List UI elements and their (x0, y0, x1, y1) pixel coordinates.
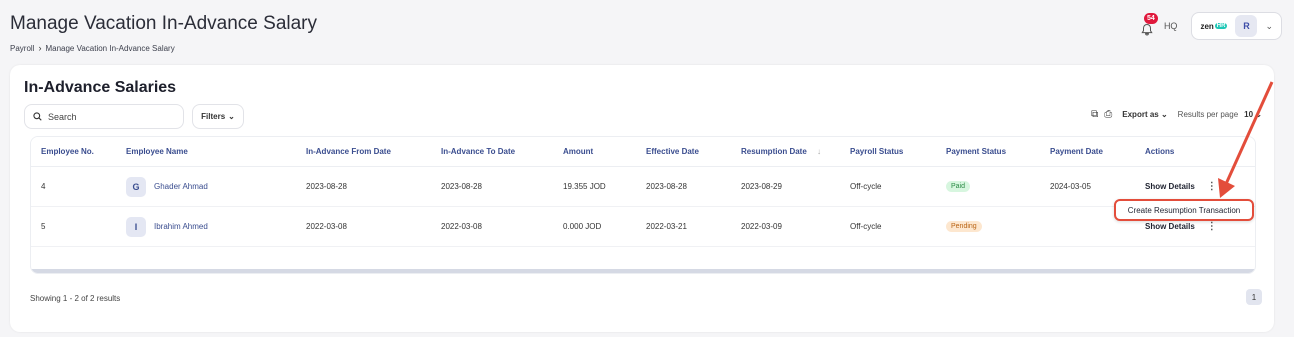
employee-name[interactable]: Ibrahim Ahmed (154, 222, 208, 231)
payroll-status: Off-cycle (850, 182, 882, 191)
effective-date: 2023-08-28 (646, 182, 687, 191)
page-title: Manage Vacation In-Advance Salary (10, 13, 317, 34)
results-per-page-label: Results per page (1177, 110, 1239, 119)
col-resumption-date[interactable]: Resumption Date ↓ (741, 147, 850, 156)
to-date: 2022-03-08 (441, 222, 482, 231)
avatar: R (1235, 15, 1258, 37)
actions-cell: Show Details ⋮ (1145, 221, 1255, 232)
employee-name[interactable]: Ghader Ahmad (154, 182, 208, 191)
effective-date: 2022-03-21 (646, 222, 687, 231)
col-resumption-date-label: Resumption Date (741, 147, 807, 156)
show-details-link[interactable]: Show Details (1145, 182, 1195, 191)
copy-icon[interactable]: ⧉ (1091, 109, 1098, 120)
horizontal-scrollbar[interactable] (31, 269, 1255, 273)
results-per-page-value: 10 (1244, 110, 1254, 119)
logo-text: zen (1200, 21, 1214, 31)
filters-label: Filters (201, 112, 226, 121)
employee-no: 4 (41, 182, 46, 191)
col-payroll-status[interactable]: Payroll Status (850, 147, 946, 156)
more-vertical-icon[interactable]: ⋮ (1207, 181, 1217, 192)
sort-down-icon[interactable]: ↓ (817, 147, 821, 156)
table-row: 5 I Ibrahim Ahmed 2022-03-08 2022-03-08 … (31, 207, 1255, 247)
bell-icon (1141, 23, 1153, 36)
breadcrumb: Payroll › Manage Vacation In-Advance Sal… (10, 43, 175, 53)
actions-cell: Show Details ⋮ (1145, 181, 1255, 192)
search-box[interactable] (24, 104, 184, 129)
chevron-down-icon: ⌄ (228, 112, 235, 121)
company-label[interactable]: HQ (1164, 21, 1178, 31)
table-toolbar: ⧉ ⎙ Export as ⌄ Results per page 10 ⌄ (1091, 109, 1262, 120)
print-icon[interactable]: ⎙ (1104, 109, 1112, 120)
payroll-status: Off-cycle (850, 222, 882, 231)
col-payment-date[interactable]: Payment Date (1050, 147, 1145, 156)
search-input[interactable] (48, 111, 168, 122)
card-title: In-Advance Salaries (24, 79, 177, 96)
top-right-bar: 54 HQ zen HR R ⌄ (1140, 12, 1282, 40)
employee-name-cell[interactable]: I Ibrahim Ahmed (126, 216, 306, 237)
in-advance-salaries-card: In-Advance Salaries Filters ⌄ ⧉ ⎙ Export… (10, 65, 1274, 332)
resumption-date: 2023-08-29 (741, 182, 782, 191)
breadcrumb-current: Manage Vacation In-Advance Salary (45, 43, 175, 53)
filters-button[interactable]: Filters ⌄ (192, 104, 244, 129)
to-date: 2023-08-28 (441, 182, 482, 191)
results-per-page-select[interactable]: 10 ⌄ (1244, 110, 1262, 119)
payment-date: 2024-03-05 (1050, 182, 1091, 191)
export-button[interactable]: Export as ⌄ (1122, 110, 1167, 119)
resumption-date: 2022-03-09 (741, 222, 782, 231)
notification-button[interactable]: 54 (1140, 13, 1158, 37)
search-icon (33, 112, 42, 121)
chevron-down-icon: ⌄ (1265, 20, 1273, 31)
employee-avatar: I (126, 216, 146, 237)
employee-name-cell[interactable]: G Ghader Ahmad (126, 176, 306, 197)
more-vertical-icon[interactable]: ⋮ (1207, 221, 1217, 232)
table-header: Employee No. Employee Name In-Advance Fr… (31, 137, 1255, 167)
payment-status-cell: Paid (946, 181, 1050, 192)
show-details-link[interactable]: Show Details (1145, 222, 1195, 231)
export-label: Export as (1122, 110, 1159, 119)
create-resumption-transaction-menu-item[interactable]: Create Resumption Transaction (1114, 199, 1254, 221)
col-payment-status[interactable]: Payment Status (946, 147, 1050, 156)
col-amount[interactable]: Amount (563, 147, 646, 156)
salaries-table: Employee No. Employee Name In-Advance Fr… (30, 136, 1256, 274)
page-button-current[interactable]: 1 (1246, 289, 1262, 305)
chevron-right-icon: › (38, 43, 42, 53)
status-badge: Paid (946, 181, 971, 192)
results-summary: Showing 1 - 2 of 2 results (30, 294, 121, 303)
col-actions: Actions (1145, 147, 1175, 156)
col-employee-no[interactable]: Employee No. (31, 147, 126, 156)
employee-avatar: G (126, 176, 146, 197)
notification-badge: 54 (1143, 13, 1158, 24)
table-row: 4 G Ghader Ahmad 2023-08-28 2023-08-28 1… (31, 167, 1255, 207)
col-employee-name[interactable]: Employee Name (126, 147, 306, 156)
from-date: 2023-08-28 (306, 182, 347, 191)
col-effective-date[interactable]: Effective Date (646, 147, 741, 156)
payment-status-cell: Pending (946, 221, 1050, 232)
user-menu[interactable]: zen HR R ⌄ (1191, 12, 1282, 40)
logo-badge: HR (1214, 23, 1228, 29)
from-date: 2022-03-08 (306, 222, 347, 231)
employee-no: 5 (41, 222, 46, 231)
amount: 19.355 JOD (563, 182, 606, 191)
breadcrumb-payroll[interactable]: Payroll (10, 44, 34, 53)
status-badge: Pending (946, 221, 982, 232)
col-to-date[interactable]: In-Advance To Date (441, 147, 563, 156)
amount: 0.000 JOD (563, 222, 602, 231)
zenhr-logo: zen HR (1200, 21, 1228, 31)
col-from-date[interactable]: In-Advance From Date (306, 147, 441, 156)
